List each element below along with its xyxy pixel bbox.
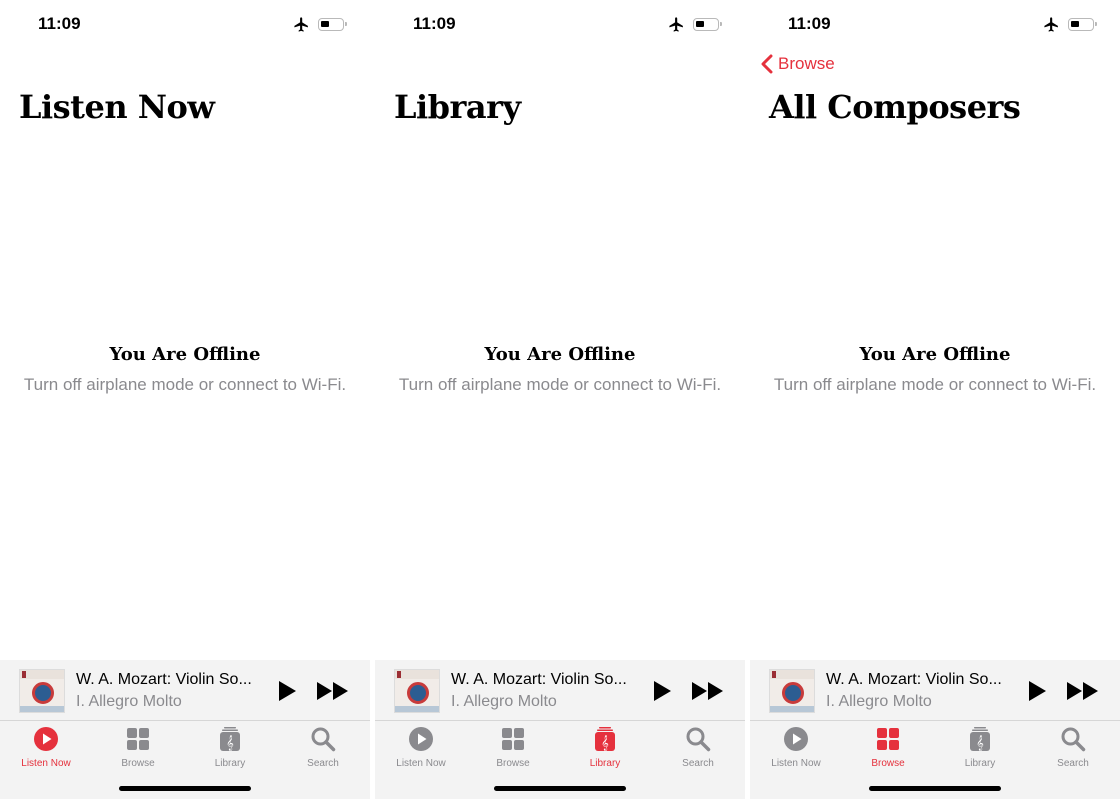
tab-search[interactable]: Search xyxy=(277,726,369,770)
tab-label: Listen Now xyxy=(771,758,821,769)
tab-search[interactable]: Search xyxy=(1027,726,1119,770)
tab-browse[interactable]: Browse xyxy=(92,726,184,770)
tab-listen-now[interactable]: Listen Now xyxy=(0,726,92,770)
fast-forward-icon[interactable] xyxy=(316,681,350,701)
grid-icon xyxy=(502,728,524,750)
screen-listen-now: 11:09 Listen Now You Are Offline Turn of… xyxy=(0,0,370,799)
fast-forward-icon[interactable] xyxy=(691,681,725,701)
status-time: 11:09 xyxy=(38,14,81,33)
grid-icon xyxy=(877,728,899,750)
fast-forward-icon[interactable] xyxy=(1066,681,1100,701)
tab-label: Library xyxy=(589,758,621,769)
now-playing-title: W. A. Mozart: Violin So... xyxy=(826,671,1002,688)
tab-library[interactable]: 𝄞 Library xyxy=(184,726,276,770)
play-circle-icon xyxy=(784,727,808,751)
offline-title: You Are Offline xyxy=(109,344,261,365)
offline-title: You Are Offline xyxy=(859,344,1011,365)
offline-description: Turn off airplane mode or connect to Wi-… xyxy=(773,375,1097,394)
library-icon: 𝄞 xyxy=(220,727,240,751)
offline-description: Turn off airplane mode or connect to Wi-… xyxy=(398,375,722,394)
grid-icon xyxy=(127,728,149,750)
tab-label: Browse xyxy=(871,758,905,769)
tab-label: Browse xyxy=(121,758,155,769)
page-title: All Composers xyxy=(769,88,1021,126)
screens-container: 11:09 Listen Now You Are Offline Turn of… xyxy=(0,0,1120,799)
tab-library[interactable]: 𝄞 Library xyxy=(934,726,1026,770)
screen-all-composers: 11:09 Browse All Composers You Are Offli… xyxy=(750,0,1120,799)
home-indicator[interactable] xyxy=(494,786,626,791)
page-title: Listen Now xyxy=(19,88,215,126)
album-artwork xyxy=(769,669,815,713)
back-button[interactable]: Browse xyxy=(760,54,835,74)
status-icons xyxy=(293,16,347,33)
tab-search[interactable]: Search xyxy=(652,726,744,770)
tab-label: Browse xyxy=(496,758,530,769)
airplane-mode-icon xyxy=(294,17,308,32)
search-icon xyxy=(311,727,336,752)
battery-icon xyxy=(693,18,722,31)
status-icons xyxy=(668,16,722,33)
album-artwork xyxy=(19,669,65,713)
tab-browse[interactable]: Browse xyxy=(842,726,934,770)
status-time: 11:09 xyxy=(413,14,456,33)
search-icon xyxy=(1061,727,1086,752)
now-playing-title: W. A. Mozart: Violin So... xyxy=(76,671,252,688)
now-playing-subtitle: I. Allegro Molto xyxy=(76,693,182,710)
now-playing-subtitle: I. Allegro Molto xyxy=(451,693,557,710)
svg-text:𝄞: 𝄞 xyxy=(601,736,609,751)
offline-message: You Are Offline Turn off airplane mode o… xyxy=(0,344,370,395)
offline-title: You Are Offline xyxy=(484,344,636,365)
page-title: Library xyxy=(394,88,521,126)
battery-icon xyxy=(1068,18,1097,31)
home-indicator[interactable] xyxy=(119,786,251,791)
mini-player[interactable]: W. A. Mozart: Violin So... I. Allegro Mo… xyxy=(375,660,745,721)
tab-label: Library xyxy=(214,758,246,769)
back-label: Browse xyxy=(778,54,835,73)
play-circle-icon xyxy=(34,727,58,751)
mini-player[interactable]: W. A. Mozart: Violin So... I. Allegro Mo… xyxy=(0,660,370,721)
airplane-mode-icon xyxy=(669,17,683,32)
offline-message: You Are Offline Turn off airplane mode o… xyxy=(750,344,1120,395)
tab-label: Search xyxy=(1057,758,1089,769)
play-icon[interactable] xyxy=(1027,680,1047,702)
play-icon[interactable] xyxy=(277,680,297,702)
mini-player[interactable]: W. A. Mozart: Violin So... I. Allegro Mo… xyxy=(750,660,1120,721)
now-playing-title: W. A. Mozart: Violin So... xyxy=(451,671,627,688)
now-playing-subtitle: I. Allegro Molto xyxy=(826,693,932,710)
album-artwork xyxy=(394,669,440,713)
airplane-mode-icon xyxy=(1044,17,1058,32)
tab-label: Library xyxy=(964,758,996,769)
tab-listen-now[interactable]: Listen Now xyxy=(375,726,467,770)
tab-browse[interactable]: Browse xyxy=(467,726,559,770)
offline-description: Turn off airplane mode or connect to Wi-… xyxy=(23,375,347,394)
play-circle-icon xyxy=(409,727,433,751)
tab-label: Search xyxy=(307,758,339,769)
offline-message: You Are Offline Turn off airplane mode o… xyxy=(375,344,745,395)
screen-library: 11:09 Library You Are Offline Turn off a… xyxy=(375,0,745,799)
svg-text:𝄞: 𝄞 xyxy=(976,736,984,751)
chevron-left-icon xyxy=(761,54,773,74)
play-icon[interactable] xyxy=(652,680,672,702)
status-time: 11:09 xyxy=(788,14,831,33)
tab-label: Listen Now xyxy=(396,758,446,769)
library-icon: 𝄞 xyxy=(595,727,615,751)
library-icon: 𝄞 xyxy=(970,727,990,751)
tab-label: Search xyxy=(682,758,714,769)
tab-label: Listen Now xyxy=(21,758,71,769)
tab-library[interactable]: 𝄞 Library xyxy=(559,726,651,770)
status-icons xyxy=(1043,16,1097,33)
battery-icon xyxy=(318,18,347,31)
svg-text:𝄞: 𝄞 xyxy=(226,736,234,751)
tab-listen-now[interactable]: Listen Now xyxy=(750,726,842,770)
home-indicator[interactable] xyxy=(869,786,1001,791)
search-icon xyxy=(686,727,711,752)
